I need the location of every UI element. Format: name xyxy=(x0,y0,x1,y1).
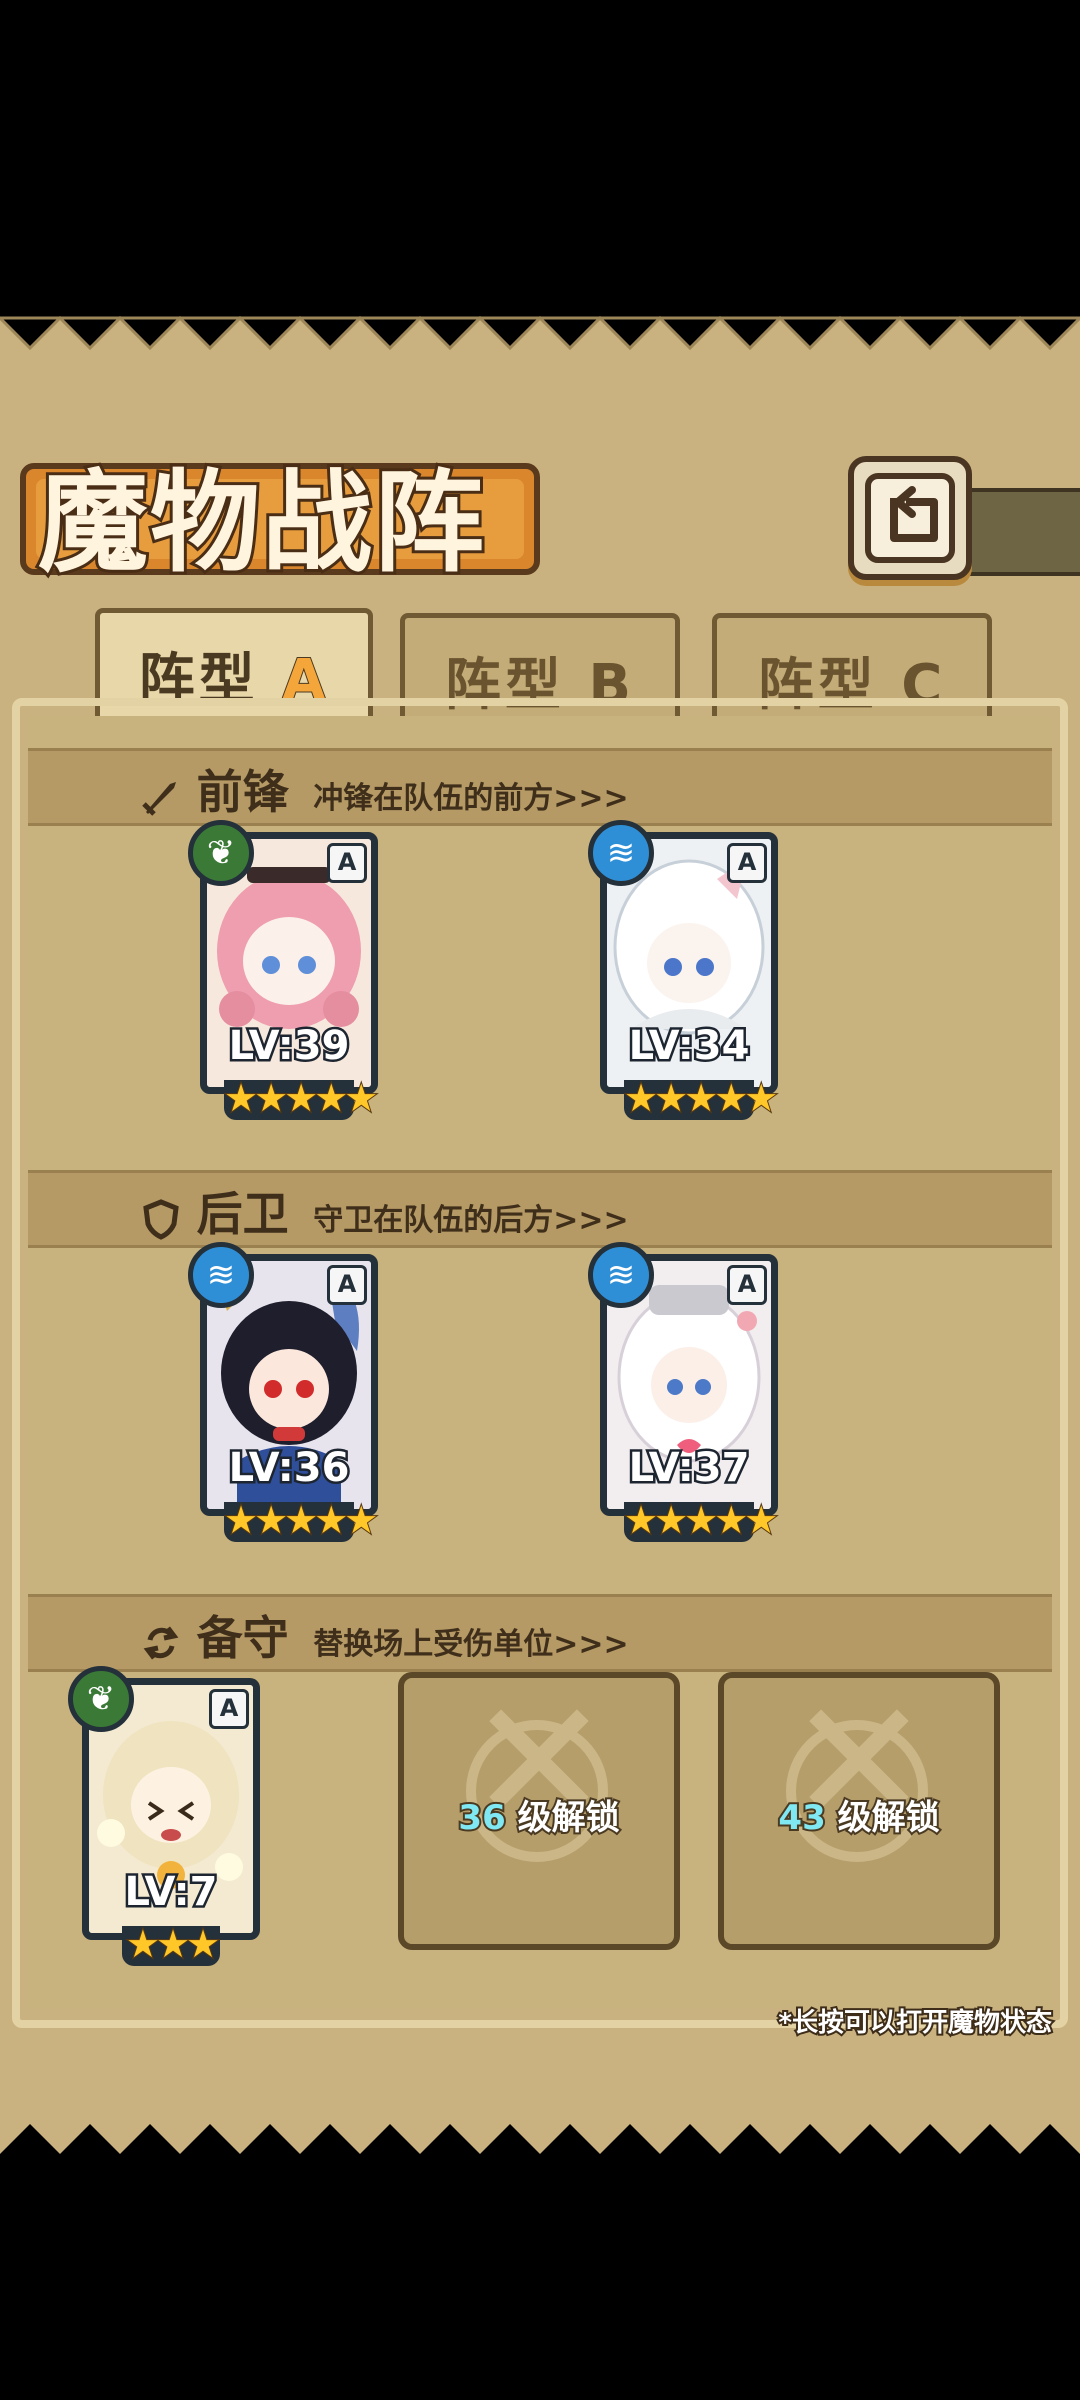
level-label: LV:36 xyxy=(226,1443,352,1494)
leaf-element-icon: ❦ xyxy=(188,820,254,886)
section-name: 前锋 xyxy=(196,765,289,819)
monster-card-back-2[interactable]: A LV:37 ★★★★★ ≋ xyxy=(588,1242,779,1542)
monster-card-back-1[interactable]: A LV:36 ★★★★★ ≋ xyxy=(188,1242,379,1542)
stars: ★★★★★ xyxy=(223,1498,379,1542)
back-button[interactable] xyxy=(848,456,972,580)
water-element-icon: ≋ xyxy=(588,820,654,886)
rank-badge: A xyxy=(727,843,767,883)
star-rating: ★★★★★ xyxy=(623,1078,779,1120)
star-rating: ★★★ xyxy=(122,1924,221,1966)
section-name: 备守 xyxy=(196,1611,289,1665)
section-name: 后卫 xyxy=(196,1187,289,1241)
return-arrow-icon xyxy=(865,473,955,563)
long-press-hint: *长按可以打开魔物状态 xyxy=(776,2006,1054,2040)
unlock-label: 级解锁 xyxy=(516,1796,622,1840)
level-label: LV:34 xyxy=(626,1021,752,1072)
unlock-label: 级解锁 xyxy=(836,1796,942,1840)
reserve-section-title: 备守 替换场上受伤单位>>> xyxy=(0,1602,1080,1668)
stars: ★★★ xyxy=(125,1922,221,1966)
stars: ★★★★★ xyxy=(623,1076,779,1120)
section-subtitle: 替换场上受伤单位>>> xyxy=(313,1627,629,1662)
monster-card-reserve-1[interactable]: A LV:7 ★★★ ❦ xyxy=(68,1666,260,1966)
leaf-element-icon: ❦ xyxy=(68,1666,134,1732)
unlock-level: 36 xyxy=(456,1796,507,1840)
star-rating: ★★★★★ xyxy=(223,1500,379,1542)
rank-badge: A xyxy=(209,1689,249,1729)
stars: ★★★★★ xyxy=(223,1076,379,1120)
star-rating: ★★★★★ xyxy=(623,1500,779,1542)
monster-card-front-1[interactable]: A LV:39 ★★★★★ ❦ xyxy=(188,820,379,1120)
section-subtitle: 守卫在队伍的后方>>> xyxy=(313,1203,629,1238)
page-title: 魔物战阵 xyxy=(35,455,487,590)
back-strip xyxy=(960,488,1080,576)
locked-slot-1[interactable]: ✕ 36 级解锁 xyxy=(398,1672,680,1950)
level-label: LV:39 xyxy=(226,1021,352,1072)
rank-badge: A xyxy=(727,1265,767,1305)
jagged-bottom-edge xyxy=(0,2124,1080,2204)
sword-icon xyxy=(142,781,176,816)
locked-slot-2[interactable]: ✕ 43 级解锁 xyxy=(718,1672,1000,1950)
rank-badge: A xyxy=(327,1265,367,1305)
level-label: LV:37 xyxy=(626,1443,752,1494)
water-element-icon: ≋ xyxy=(188,1242,254,1308)
stars: ★★★★★ xyxy=(623,1498,779,1542)
section-subtitle: 冲锋在队伍的前方>>> xyxy=(313,781,629,816)
swap-icon xyxy=(143,1626,179,1659)
level-label: LV:7 xyxy=(122,1867,220,1918)
monster-card-front-2[interactable]: A LV:34 ★★★★★ ≋ xyxy=(588,820,779,1120)
back-section-title: 后卫 守卫在队伍的后方>>> xyxy=(0,1178,1080,1244)
star-rating: ★★★★★ xyxy=(223,1078,379,1120)
front-section-title: 前锋 冲锋在队伍的前方>>> xyxy=(0,756,1080,822)
water-element-icon: ≋ xyxy=(588,1242,654,1308)
rank-badge: A xyxy=(327,843,367,883)
jagged-top-edge xyxy=(0,288,1080,351)
unlock-level: 43 xyxy=(776,1796,827,1840)
shield-icon xyxy=(143,1198,179,1240)
